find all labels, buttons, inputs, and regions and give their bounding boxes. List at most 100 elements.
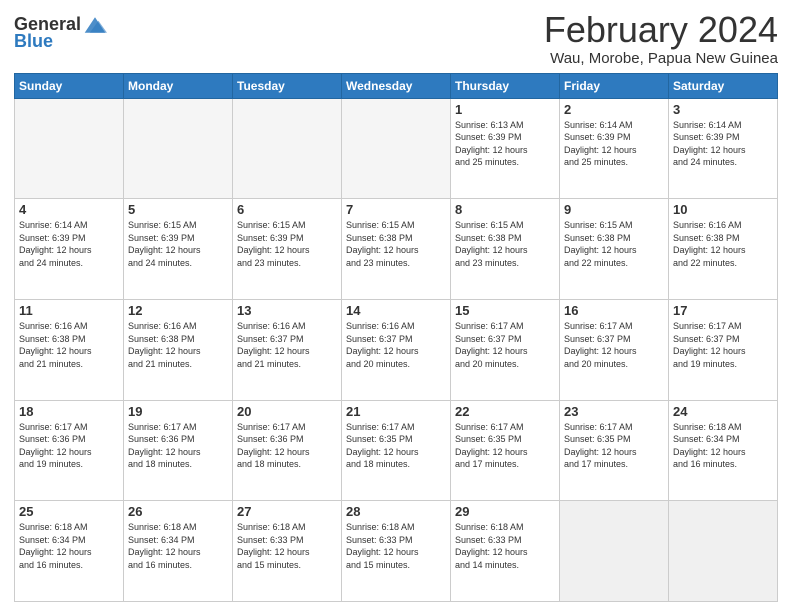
empty-cell <box>669 501 778 602</box>
day-info: Sunrise: 6:13 AM Sunset: 6:39 PM Dayligh… <box>455 119 555 169</box>
day-info: Sunrise: 6:15 AM Sunset: 6:39 PM Dayligh… <box>128 219 228 269</box>
weekday-header-row: SundayMondayTuesdayWednesdayThursdayFrid… <box>15 73 778 98</box>
day-cell-18: 18 Sunrise: 6:17 AM Sunset: 6:36 PM Dayli… <box>15 400 124 501</box>
day-cell-14: 14 Sunrise: 6:16 AM Sunset: 6:37 PM Dayli… <box>342 299 451 400</box>
day-number: 26 <box>128 504 228 519</box>
day-info: Sunrise: 6:17 AM Sunset: 6:36 PM Dayligh… <box>128 421 228 471</box>
header: General Blue February 2024 Wau, Morobe, … <box>14 10 778 67</box>
day-number: 15 <box>455 303 555 318</box>
day-number: 1 <box>455 102 555 117</box>
day-number: 13 <box>237 303 337 318</box>
weekday-header-thursday: Thursday <box>451 73 560 98</box>
day-cell-22: 22 Sunrise: 6:17 AM Sunset: 6:35 PM Dayli… <box>451 400 560 501</box>
day-info: Sunrise: 6:16 AM Sunset: 6:38 PM Dayligh… <box>673 219 773 269</box>
day-number: 27 <box>237 504 337 519</box>
weekday-header-saturday: Saturday <box>669 73 778 98</box>
day-number: 25 <box>19 504 119 519</box>
day-number: 6 <box>237 202 337 217</box>
day-cell-12: 12 Sunrise: 6:16 AM Sunset: 6:38 PM Dayli… <box>124 299 233 400</box>
empty-cell <box>233 98 342 199</box>
day-number: 2 <box>564 102 664 117</box>
weekday-header-friday: Friday <box>560 73 669 98</box>
day-cell-27: 27Sunrise: 6:18 AM Sunset: 6:33 PM Dayli… <box>233 501 342 602</box>
day-cell-17: 17 Sunrise: 6:17 AM Sunset: 6:37 PM Dayli… <box>669 299 778 400</box>
day-cell-20: 20 Sunrise: 6:17 AM Sunset: 6:36 PM Dayli… <box>233 400 342 501</box>
day-number: 21 <box>346 404 446 419</box>
day-cell-13: 13 Sunrise: 6:16 AM Sunset: 6:37 PM Dayli… <box>233 299 342 400</box>
day-number: 4 <box>19 202 119 217</box>
day-cell-2: 2 Sunrise: 6:14 AM Sunset: 6:39 PM Daylig… <box>560 98 669 199</box>
day-cell-16: 16 Sunrise: 6:17 AM Sunset: 6:37 PM Dayli… <box>560 299 669 400</box>
day-info: Sunrise: 6:17 AM Sunset: 6:37 PM Dayligh… <box>564 320 664 370</box>
day-cell-19: 19 Sunrise: 6:17 AM Sunset: 6:36 PM Dayli… <box>124 400 233 501</box>
day-cell-3: 3Sunrise: 6:14 AM Sunset: 6:39 PM Daylig… <box>669 98 778 199</box>
day-cell-1: 1 Sunrise: 6:13 AM Sunset: 6:39 PM Daylig… <box>451 98 560 199</box>
day-number: 10 <box>673 202 773 217</box>
day-cell-28: 28 Sunrise: 6:18 AM Sunset: 6:33 PM Dayli… <box>342 501 451 602</box>
weekday-header-tuesday: Tuesday <box>233 73 342 98</box>
day-info: Sunrise: 6:17 AM Sunset: 6:37 PM Dayligh… <box>455 320 555 370</box>
logo-area: General Blue <box>14 10 107 52</box>
empty-cell <box>15 98 124 199</box>
day-cell-25: 25Sunrise: 6:18 AM Sunset: 6:34 PM Dayli… <box>15 501 124 602</box>
day-info: Sunrise: 6:14 AM Sunset: 6:39 PM Dayligh… <box>564 119 664 169</box>
day-number: 12 <box>128 303 228 318</box>
logo-blue-text: Blue <box>14 31 53 52</box>
day-number: 3 <box>673 102 773 117</box>
day-number: 28 <box>346 504 446 519</box>
empty-cell <box>342 98 451 199</box>
day-info: Sunrise: 6:15 AM Sunset: 6:38 PM Dayligh… <box>346 219 446 269</box>
day-info: Sunrise: 6:17 AM Sunset: 6:36 PM Dayligh… <box>19 421 119 471</box>
day-info: Sunrise: 6:18 AM Sunset: 6:33 PM Dayligh… <box>455 521 555 571</box>
day-number: 16 <box>564 303 664 318</box>
day-info: Sunrise: 6:15 AM Sunset: 6:39 PM Dayligh… <box>237 219 337 269</box>
week-row-4: 18 Sunrise: 6:17 AM Sunset: 6:36 PM Dayli… <box>15 400 778 501</box>
weekday-header-wednesday: Wednesday <box>342 73 451 98</box>
week-row-5: 25Sunrise: 6:18 AM Sunset: 6:34 PM Dayli… <box>15 501 778 602</box>
main-title: February 2024 <box>544 10 778 50</box>
day-info: Sunrise: 6:17 AM Sunset: 6:37 PM Dayligh… <box>673 320 773 370</box>
week-row-3: 11 Sunrise: 6:16 AM Sunset: 6:38 PM Dayli… <box>15 299 778 400</box>
day-number: 5 <box>128 202 228 217</box>
day-cell-24: 24 Sunrise: 6:18 AM Sunset: 6:34 PM Dayli… <box>669 400 778 501</box>
day-cell-8: 8 Sunrise: 6:15 AM Sunset: 6:38 PM Daylig… <box>451 199 560 300</box>
day-number: 11 <box>19 303 119 318</box>
day-info: Sunrise: 6:15 AM Sunset: 6:38 PM Dayligh… <box>455 219 555 269</box>
week-row-1: 1 Sunrise: 6:13 AM Sunset: 6:39 PM Daylig… <box>15 98 778 199</box>
day-info: Sunrise: 6:16 AM Sunset: 6:37 PM Dayligh… <box>237 320 337 370</box>
day-cell-7: 7 Sunrise: 6:15 AM Sunset: 6:38 PM Daylig… <box>342 199 451 300</box>
calendar-table: SundayMondayTuesdayWednesdayThursdayFrid… <box>14 73 778 602</box>
day-cell-11: 11Sunrise: 6:16 AM Sunset: 6:38 PM Dayli… <box>15 299 124 400</box>
day-info: Sunrise: 6:17 AM Sunset: 6:35 PM Dayligh… <box>564 421 664 471</box>
day-info: Sunrise: 6:16 AM Sunset: 6:37 PM Dayligh… <box>346 320 446 370</box>
day-cell-21: 21 Sunrise: 6:17 AM Sunset: 6:35 PM Dayli… <box>342 400 451 501</box>
day-info: Sunrise: 6:17 AM Sunset: 6:36 PM Dayligh… <box>237 421 337 471</box>
day-number: 14 <box>346 303 446 318</box>
day-cell-10: 10 Sunrise: 6:16 AM Sunset: 6:38 PM Dayli… <box>669 199 778 300</box>
day-info: Sunrise: 6:17 AM Sunset: 6:35 PM Dayligh… <box>346 421 446 471</box>
day-info: Sunrise: 6:17 AM Sunset: 6:35 PM Dayligh… <box>455 421 555 471</box>
weekday-header-sunday: Sunday <box>15 73 124 98</box>
logo-icon <box>83 15 107 35</box>
day-number: 29 <box>455 504 555 519</box>
day-cell-23: 23 Sunrise: 6:17 AM Sunset: 6:35 PM Dayli… <box>560 400 669 501</box>
day-number: 18 <box>19 404 119 419</box>
day-number: 17 <box>673 303 773 318</box>
day-cell-26: 26Sunrise: 6:18 AM Sunset: 6:34 PM Dayli… <box>124 501 233 602</box>
day-info: Sunrise: 6:16 AM Sunset: 6:38 PM Dayligh… <box>128 320 228 370</box>
day-cell-15: 15 Sunrise: 6:17 AM Sunset: 6:37 PM Dayli… <box>451 299 560 400</box>
day-number: 24 <box>673 404 773 419</box>
day-info: Sunrise: 6:18 AM Sunset: 6:34 PM Dayligh… <box>673 421 773 471</box>
day-number: 19 <box>128 404 228 419</box>
page: General Blue February 2024 Wau, Morobe, … <box>0 0 792 612</box>
title-area: February 2024 Wau, Morobe, Papua New Gui… <box>544 10 778 67</box>
day-info: Sunrise: 6:18 AM Sunset: 6:33 PM Dayligh… <box>346 521 446 571</box>
day-number: 7 <box>346 202 446 217</box>
empty-cell <box>124 98 233 199</box>
day-number: 8 <box>455 202 555 217</box>
weekday-header-monday: Monday <box>124 73 233 98</box>
day-cell-5: 5 Sunrise: 6:15 AM Sunset: 6:39 PM Daylig… <box>124 199 233 300</box>
day-number: 22 <box>455 404 555 419</box>
day-number: 23 <box>564 404 664 419</box>
day-number: 20 <box>237 404 337 419</box>
